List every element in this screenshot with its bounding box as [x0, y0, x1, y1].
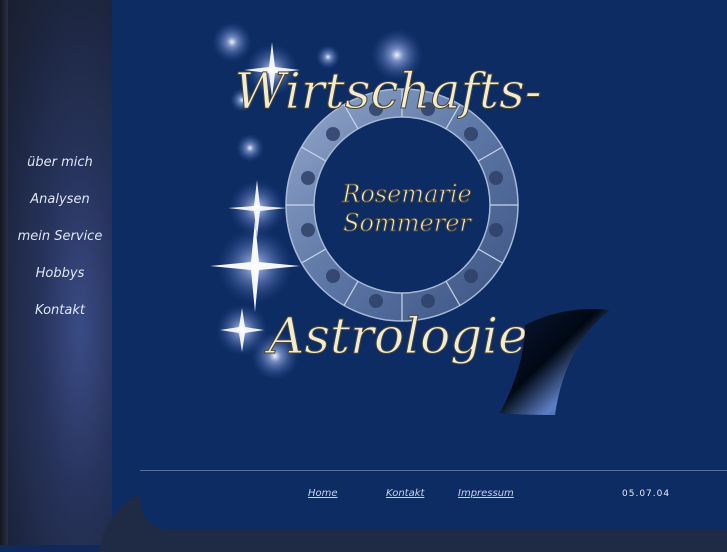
footer-kontakt-link[interactable]: Kontakt — [386, 488, 424, 499]
footer-divider — [140, 470, 727, 471]
page-curl-icon — [500, 309, 610, 415]
nav-item-analysen[interactable]: Analysen — [0, 187, 120, 224]
logo-title-bottom: Astrologie — [264, 307, 528, 365]
logo-name-first: Rosemarie — [341, 180, 471, 208]
last-updated-date: 05.07.04 — [622, 489, 671, 499]
nav-item-hobbys[interactable]: Hobbys — [0, 261, 120, 298]
nav-item-kontakt[interactable]: Kontakt — [0, 298, 120, 335]
logo-title-top: Wirtschafts- — [234, 62, 541, 120]
logo-name-last: Sommerer — [343, 209, 472, 237]
footer-impressum-link[interactable]: Impressum — [458, 488, 514, 499]
footer-nav: Home Kontakt Impressum — [0, 488, 727, 504]
nav-item-ueber-mich[interactable]: über mich — [0, 150, 120, 187]
footer-home-link[interactable]: Home — [308, 488, 338, 499]
sidebar-nav: über mich Analysen mein Service Hobbys K… — [0, 150, 120, 335]
nav-item-mein-service[interactable]: mein Service — [0, 224, 120, 261]
